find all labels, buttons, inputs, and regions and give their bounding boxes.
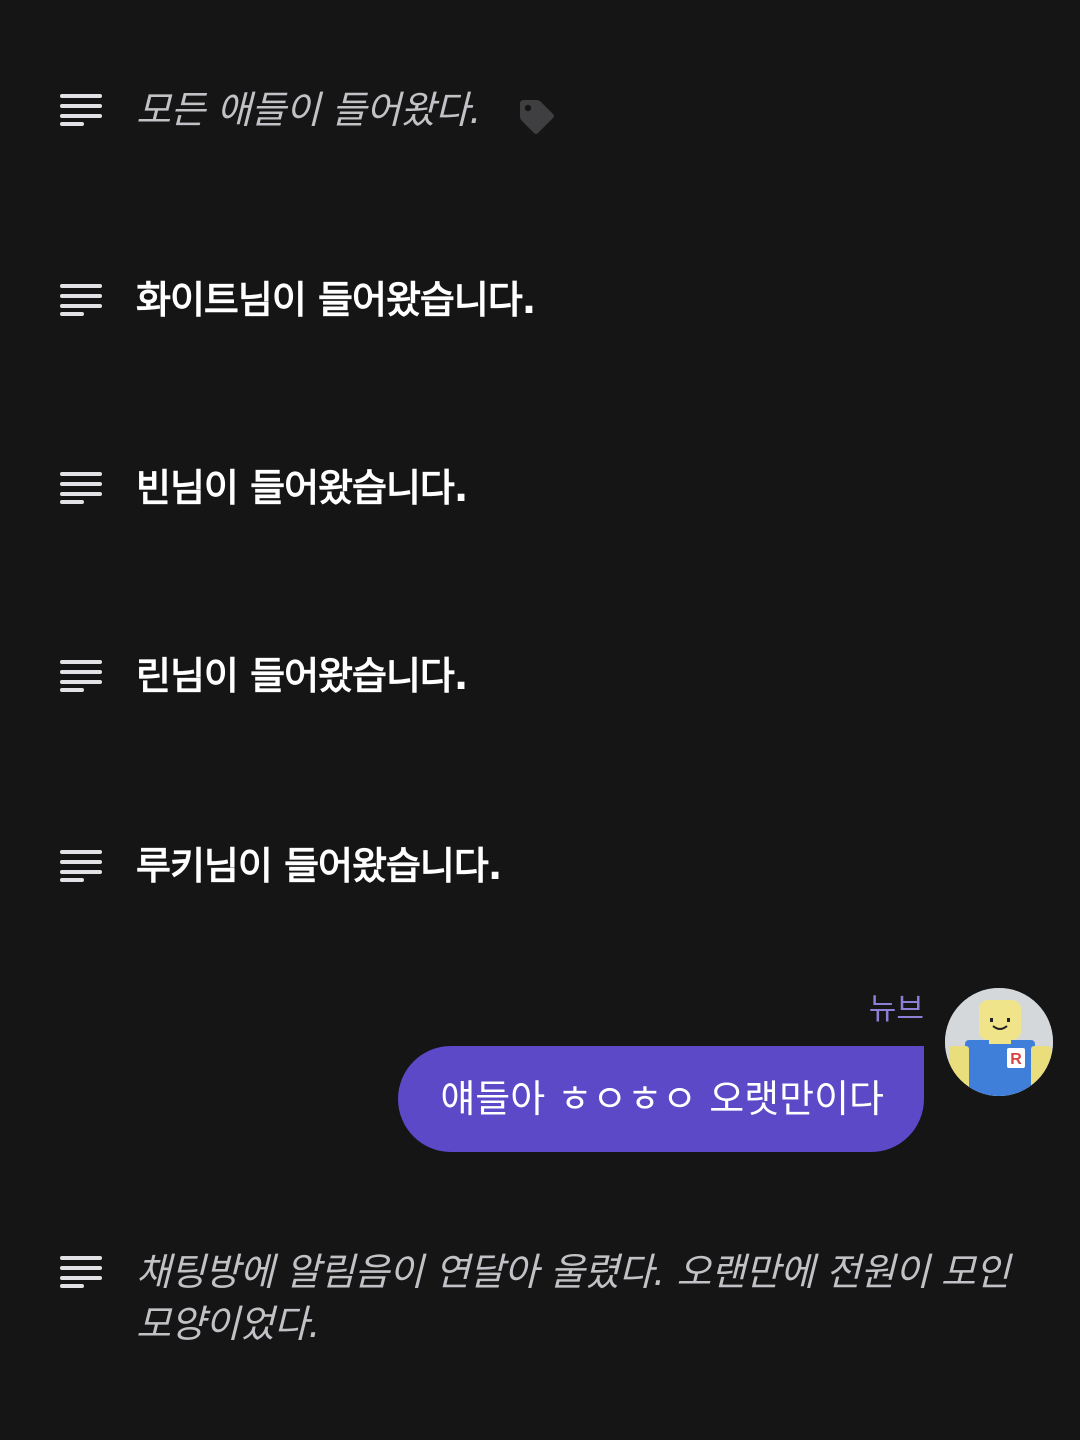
narration-row: 채팅방에 알림음이 연달아 울렸다. 오랜만에 전원이 모인 모양이었다. [60, 1246, 1020, 1350]
avatar[interactable]: R [945, 988, 1053, 1096]
narration-text-line-1: 채팅방에 알림음이 연달아 울렸다. 오랜만에 전원이 모인 [136, 1250, 1010, 1294]
join-notice: 빈님이 들어왔습니다. [136, 466, 468, 510]
text-lines-icon [60, 1256, 102, 1288]
sender-name: 뉴브 [868, 992, 924, 1027]
notice-row: 화이트님이 들어왔습니다. [60, 274, 1020, 326]
svg-text:R: R [1010, 1051, 1022, 1068]
text-lines-icon [60, 472, 102, 504]
text-lines-icon [60, 850, 102, 882]
narration-text-line-2: 모양이었다. [136, 1302, 320, 1346]
notice-row: 루키님이 들어왔습니다. [60, 840, 1020, 892]
text-lines-icon [60, 660, 102, 692]
notice-row: 빈님이 들어왔습니다. [60, 462, 1020, 514]
text-lines-icon [60, 94, 102, 126]
narration-text: 모든 애들이 들어왔다. [136, 88, 481, 132]
join-notice: 화이트님이 들어왔습니다. [136, 278, 536, 322]
message-bubble[interactable]: 얘들아 ㅎㅇㅎㅇ 오랫만이다 [398, 1046, 924, 1152]
text-lines-icon [60, 284, 102, 316]
narration-row: 모든 애들이 들어왔다. [60, 84, 1020, 136]
join-notice: 린님이 들어왔습니다. [136, 654, 468, 698]
tag-icon[interactable] [516, 98, 556, 138]
notice-row: 린님이 들어왔습니다. [60, 650, 1020, 702]
join-notice: 루키님이 들어왔습니다. [136, 844, 502, 888]
avatar-image: R [945, 988, 1053, 1096]
